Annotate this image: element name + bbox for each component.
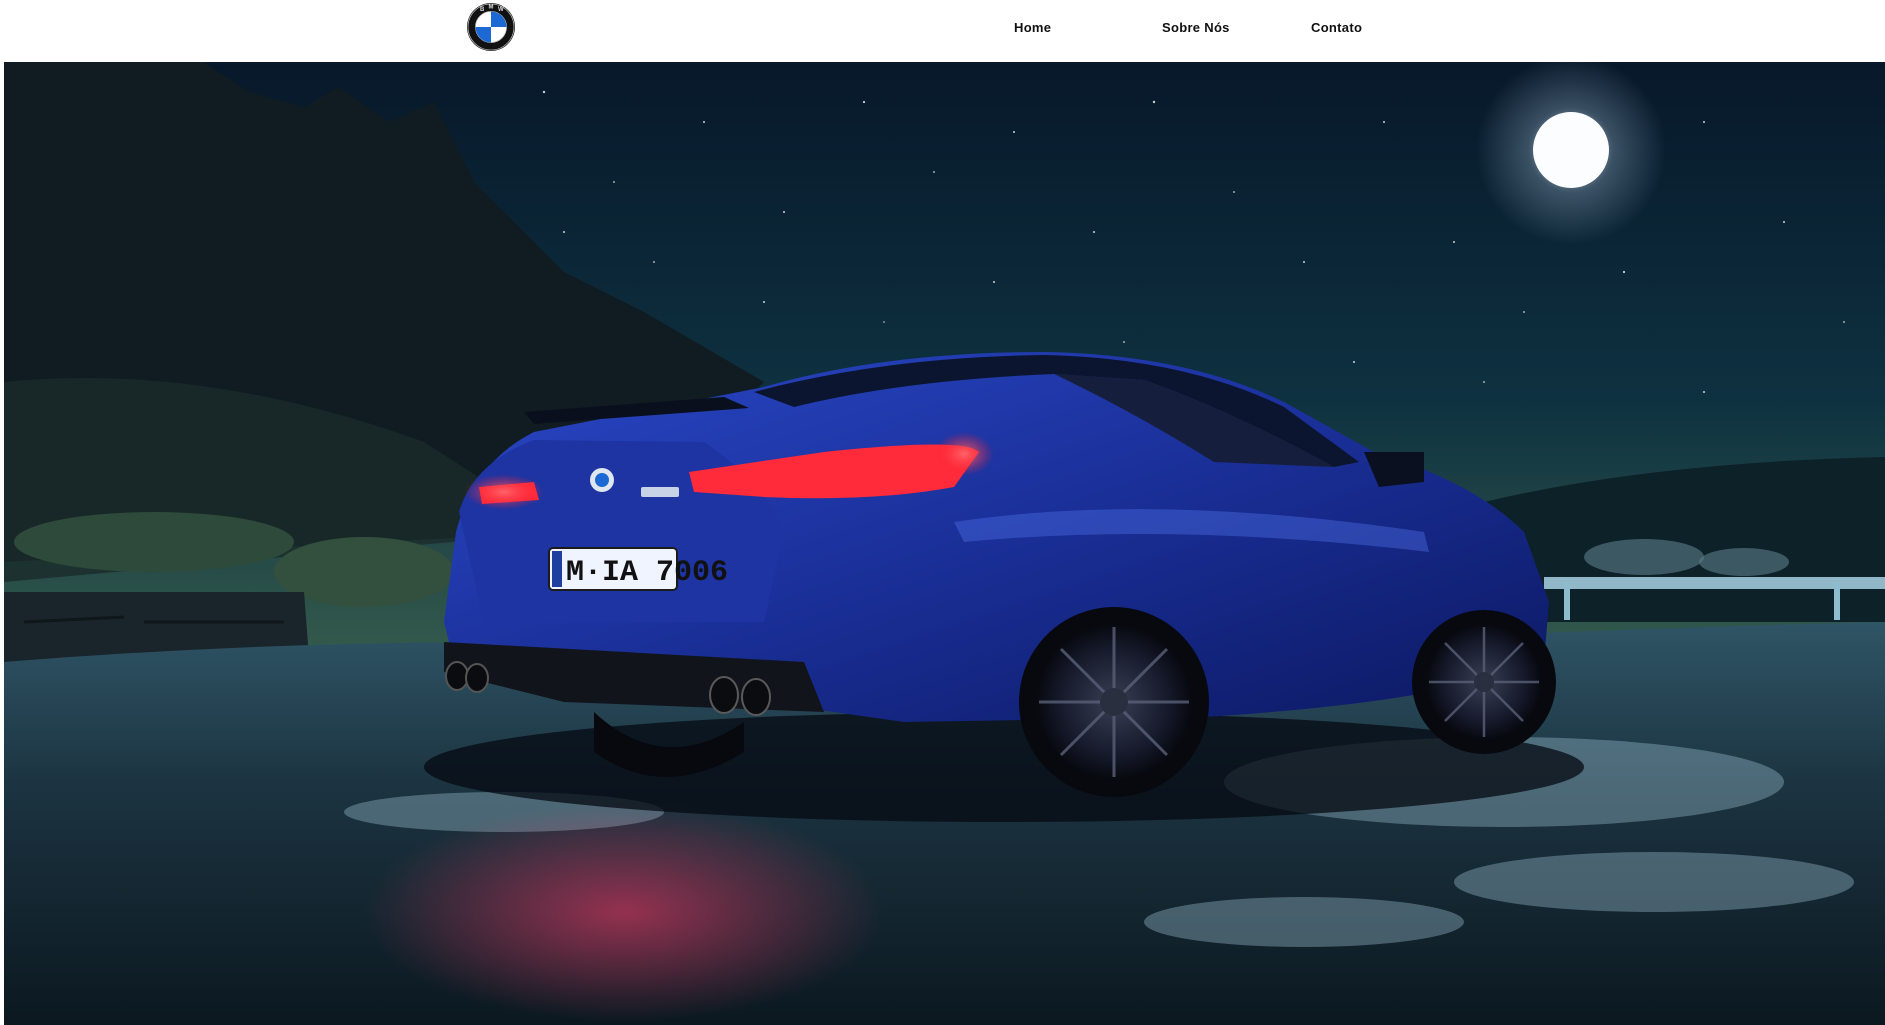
site-header: B M W Home Sobre Nós Contato <box>0 0 1885 62</box>
page: B M W Home Sobre Nós Contato M·IA 7006 <box>0 0 1885 1025</box>
hero-banner: M·IA 7006 <box>4 62 1885 1025</box>
license-plate-text: M·IA 7006 <box>566 556 728 590</box>
nav-link-home[interactable]: Home <box>1014 20 1051 35</box>
hero-car-image: M·IA 7006 <box>4 62 1885 1025</box>
nav-link-contato[interactable]: Contato <box>1311 20 1362 35</box>
nav-link-sobre-nos[interactable]: Sobre Nós <box>1162 20 1230 35</box>
main-nav: Home Sobre Nós Contato <box>0 0 1885 58</box>
